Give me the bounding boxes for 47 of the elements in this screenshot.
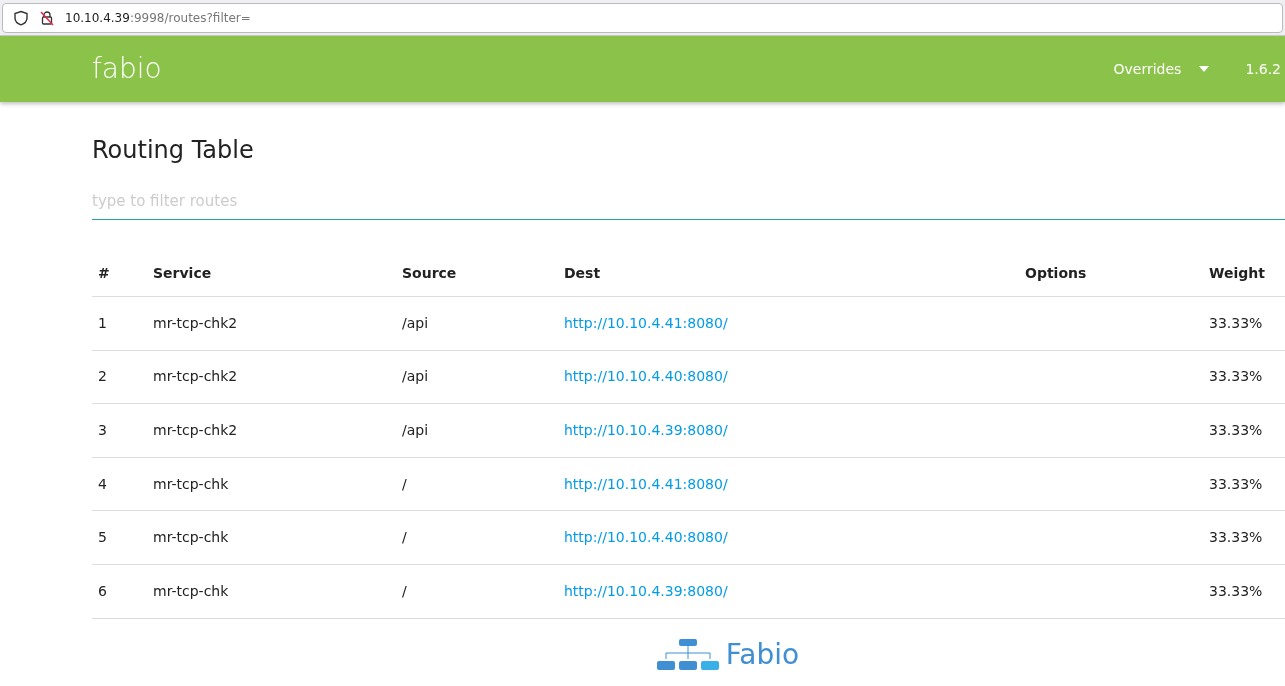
- row-number: 1: [97, 313, 108, 333]
- column-header: Source: [402, 263, 458, 283]
- service-cell-text: mr-tcp-chk: [153, 528, 230, 548]
- column-header: Service: [153, 263, 213, 283]
- service-cell-text: mr-tcp-chk: [153, 474, 230, 494]
- caret-icon: [1199, 66, 1210, 72]
- source-cell-text: /: [402, 581, 408, 601]
- dest-link[interactable]: http://10.10.4.41:8080/: [564, 475, 728, 492]
- network-hierarchy-icon: [655, 638, 722, 671]
- dest-link[interactable]: http://10.10.4.40:8080/: [564, 368, 728, 385]
- dest-link[interactable]: http://10.10.4.40:8080/: [564, 529, 728, 546]
- fabio-logo-text: Fabio: [725, 638, 800, 671]
- weight-cell-text: 33.33%: [1209, 581, 1264, 601]
- row-number: 6: [97, 581, 108, 601]
- address-bar[interactable]: 10.10.4.39:9998/routes?filter=: [2, 2, 1283, 33]
- service-cell-text: mr-tcp-chk2: [153, 421, 239, 440]
- row-number: 2: [97, 367, 108, 387]
- column-header: Weight: [1209, 263, 1266, 283]
- row-number: 4: [97, 474, 108, 494]
- weight-cell-text: 33.33%: [1209, 367, 1264, 387]
- shield-icon: [13, 9, 29, 26]
- weight-cell-text: 33.33%: [1209, 528, 1264, 548]
- column-header: #: [97, 263, 111, 283]
- row-number: 5: [97, 528, 108, 548]
- brand-logo[interactable]: fabio: [92, 48, 162, 90]
- source-cell-text: /api: [402, 313, 430, 333]
- overrides-menu[interactable]: Overrides: [1113, 58, 1210, 80]
- weight-cell-text: 33.33%: [1209, 421, 1264, 440]
- weight-cell-text: 33.33%: [1209, 313, 1264, 333]
- dest-link[interactable]: http://10.10.4.41:8080/: [564, 314, 728, 331]
- dest-link[interactable]: http://10.10.4.39:8080/: [564, 422, 728, 438]
- row-number: 3: [97, 421, 108, 440]
- source-cell-text: /api: [402, 421, 430, 440]
- url-text: 10.10.4.39:9998/routes?filter=: [65, 9, 251, 27]
- page-title: Routing Table: [92, 135, 255, 166]
- version-label: 1.6.2: [1245, 59, 1281, 79]
- service-cell-text: mr-tcp-chk: [153, 581, 230, 601]
- column-header: Options: [1025, 263, 1088, 283]
- service-cell-text: mr-tcp-chk2: [153, 313, 239, 333]
- source-cell-text: /: [402, 474, 408, 494]
- service-cell-text: mr-tcp-chk2: [153, 367, 239, 387]
- source-cell-text: /: [402, 528, 408, 548]
- weight-cell-text: 33.33%: [1209, 474, 1264, 494]
- column-header: Dest: [564, 263, 602, 283]
- dest-link[interactable]: http://10.10.4.39:8080/: [564, 582, 728, 599]
- source-cell-text: /api: [402, 367, 430, 387]
- insecure-lock-icon: [39, 9, 55, 26]
